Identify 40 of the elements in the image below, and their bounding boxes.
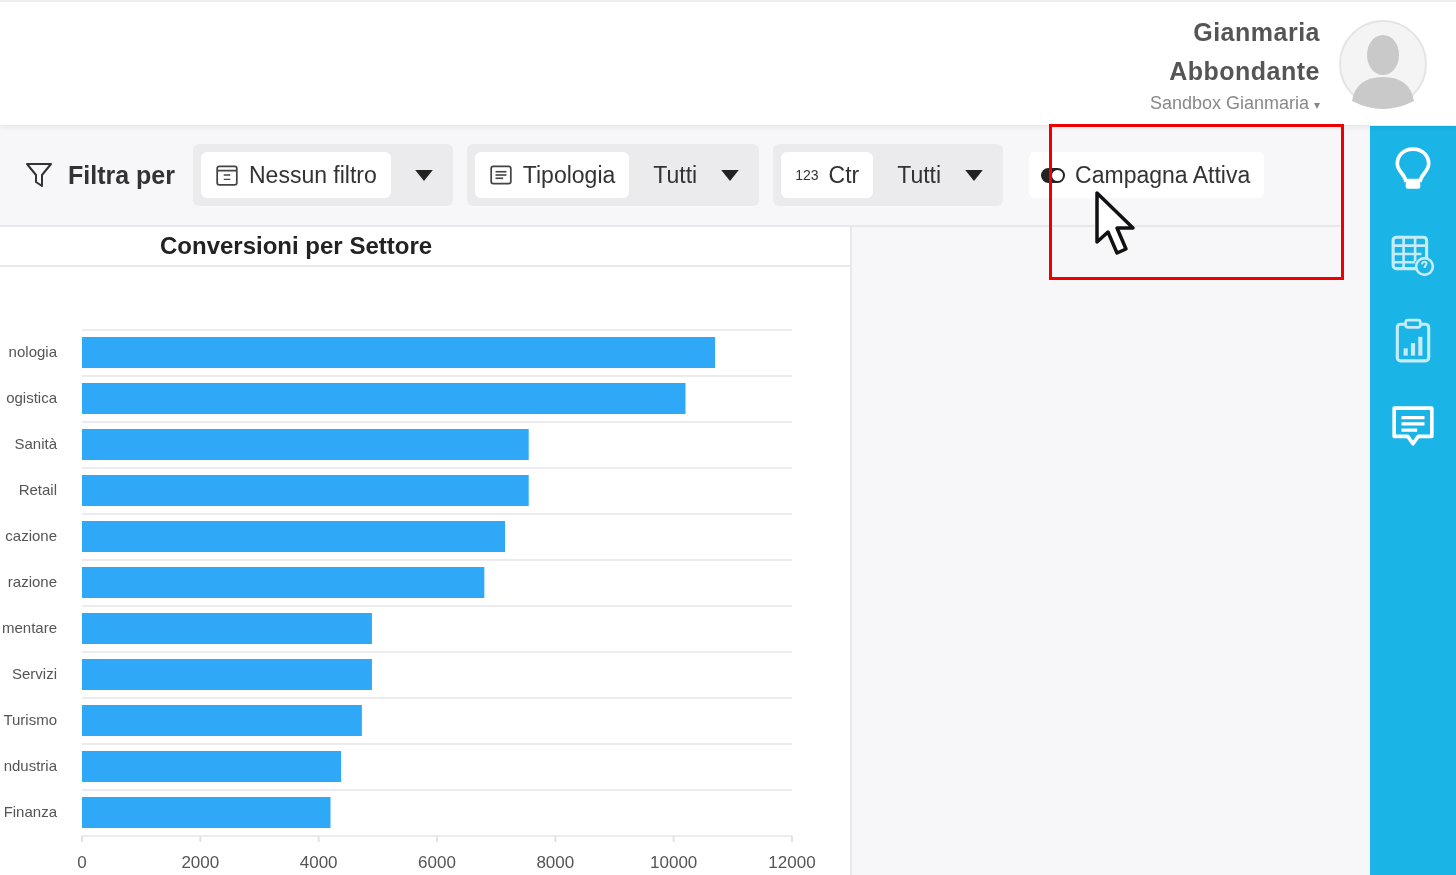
filter-value: Tutti — [653, 161, 698, 189]
filter-group[interactable]: Tipologia Tutti — [466, 144, 760, 206]
axis-tick-label: 0 — [77, 853, 87, 870]
filter-name: Nessun filtro — [249, 161, 377, 189]
dropdown-caret-icon — [414, 169, 433, 181]
filter-group[interactable]: 123 Ctr Tutti — [773, 144, 1004, 206]
category-label: Servizi — [12, 665, 57, 682]
dropdown-caret-icon — [721, 169, 740, 181]
filter-label: Filtra per — [68, 160, 175, 190]
filter-name: Ctr — [828, 161, 860, 189]
category-label: Sanità — [14, 435, 57, 452]
number-type-label: 123 — [795, 167, 819, 183]
filter-value: Tutti — [897, 161, 942, 189]
category-label: Finanza — [3, 803, 57, 820]
category-label: cazione — [5, 527, 57, 544]
user-name: Gianmaria Abbondante — [1168, 17, 1320, 87]
category-label: ogistica — [6, 389, 57, 406]
dropdown-caret-icon — [965, 169, 984, 181]
filter-group[interactable]: Nessun filtro — [193, 144, 453, 206]
axis-tick-label: 10000 — [650, 853, 698, 870]
axis-tick-label: 2000 — [181, 853, 220, 870]
category-label: razione — [7, 573, 57, 590]
axis-tick-label: 6000 — [418, 853, 456, 870]
calendar-icon — [215, 163, 239, 187]
filter-name: Tipologia — [522, 161, 616, 189]
axis-tick-label: 8000 — [536, 853, 575, 870]
category-label: mentare — [1, 619, 57, 636]
text-field-icon — [488, 163, 513, 187]
workspace-switcher[interactable]: Sandbox Gianmaria ▾ — [1149, 93, 1320, 114]
axis-tick-label: 4000 — [299, 853, 338, 870]
category-label: nologia — [8, 343, 57, 360]
chart-title: Conversioni per Settore — [160, 232, 433, 260]
avatar-icon[interactable] — [1338, 18, 1428, 109]
category-label: ndustria — [3, 757, 57, 774]
category-label: Retail — [18, 481, 57, 498]
toggle-chip[interactable]: Campagna Attiva — [1029, 152, 1265, 198]
filter-icon — [24, 160, 54, 190]
axis-tick-label: 12000 — [768, 853, 816, 870]
toggle-label: Campagna Attiva — [1075, 161, 1251, 189]
category-label: Turismo — [3, 711, 57, 728]
